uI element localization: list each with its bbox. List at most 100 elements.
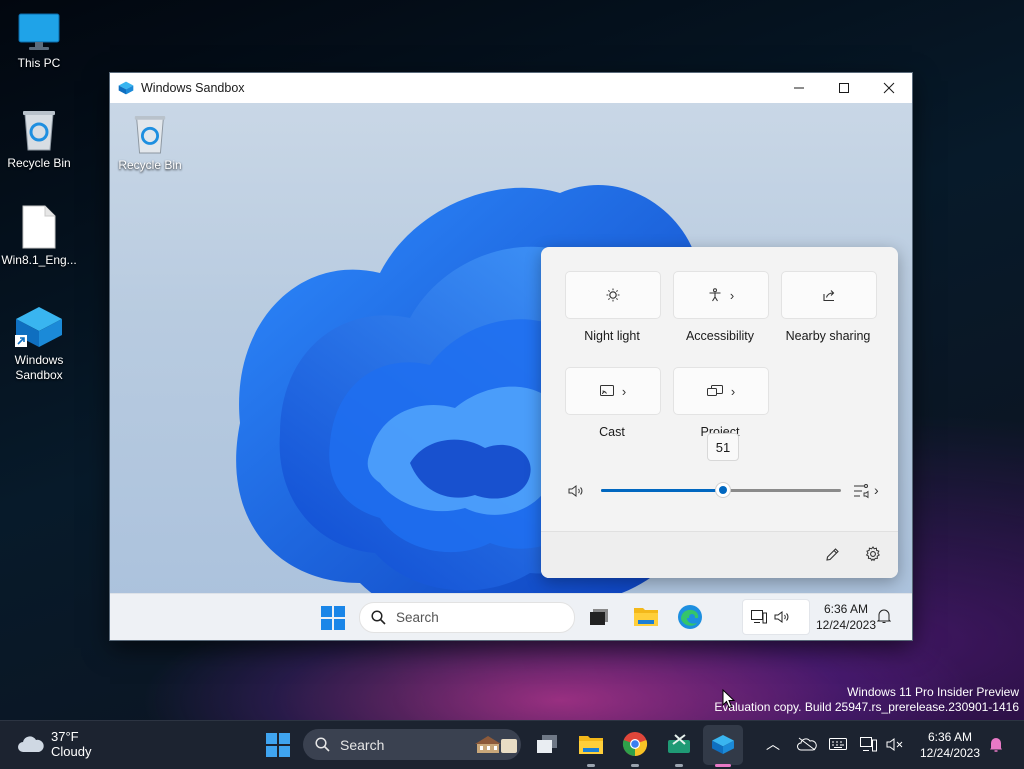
cast-icon (599, 385, 614, 396)
desktop-icon-label: Win8.1_Eng... (1, 253, 77, 267)
volume-icon (774, 611, 789, 623)
weather-condition: Cloudy (51, 744, 92, 759)
keyboard-icon[interactable] (829, 738, 847, 750)
search-placeholder: Search (396, 610, 439, 625)
file-explorer-icon[interactable] (578, 733, 604, 755)
minimize-icon (794, 87, 804, 89)
file-icon (22, 205, 56, 249)
volume-slider-fill (601, 489, 724, 492)
task-view-icon[interactable] (536, 734, 558, 754)
search-icon (315, 737, 330, 752)
accessibility-toggle[interactable]: › (673, 271, 769, 319)
night-light-icon (606, 288, 620, 302)
guest-clock[interactable]: 6:36 AM 12/24/2023 (813, 601, 879, 633)
cast-toggle[interactable]: › (565, 367, 661, 415)
evaluation-watermark: Windows 11 Pro Insider Preview Evaluatio… (714, 685, 1019, 715)
start-icon[interactable] (266, 733, 290, 757)
notification-bell-icon[interactable] (989, 736, 1003, 753)
minimize-button[interactable] (776, 73, 822, 103)
snipping-tool-icon[interactable] (667, 732, 691, 754)
desktop-icon-recycle-bin[interactable]: Recycle Bin (1, 108, 77, 171)
close-icon (883, 82, 895, 94)
notification-bell-icon[interactable] (877, 608, 891, 624)
share-icon (823, 290, 835, 302)
host-time: 6:36 AM (927, 730, 973, 744)
speaker-icon[interactable] (568, 484, 584, 498)
edge-icon[interactable] (677, 604, 703, 630)
file-explorer-icon[interactable] (633, 605, 659, 627)
chevron-up-icon[interactable]: ︿ (766, 734, 780, 754)
desktop-icon-this-pc[interactable]: This PC (1, 12, 77, 71)
volume-slider[interactable] (601, 483, 841, 497)
chevron-right-icon: › (729, 287, 735, 303)
weather-widget[interactable]: 37°F Cloudy (14, 727, 124, 763)
active-indicator (715, 764, 731, 767)
chevron-right-icon[interactable]: › (874, 482, 879, 498)
network-icon[interactable] (860, 737, 877, 752)
audio-output-icon[interactable] (853, 483, 871, 499)
cast-label: Cast (599, 425, 625, 439)
windows-sandbox-taskbar-button[interactable] (703, 725, 743, 765)
running-indicator (587, 764, 595, 767)
maximize-icon (839, 83, 849, 93)
close-button[interactable] (866, 73, 912, 103)
volume-muted-icon[interactable] (886, 737, 904, 752)
accessibility-icon (709, 288, 721, 302)
quick-settings-panel: Night light › Accessibility Nearby shari… (541, 247, 898, 578)
onedrive-offline-icon[interactable] (797, 737, 817, 751)
windows-sandbox-icon (15, 307, 62, 347)
windows-sandbox-icon (118, 81, 134, 95)
nearby-sharing-label: Nearby sharing (785, 329, 871, 343)
watermark-line-2: Evaluation copy. Build 25947.rs_prerelea… (714, 700, 1019, 714)
guest-date: 12/24/2023 (815, 618, 877, 632)
desktop-icon-label: Windows Sandbox (14, 353, 64, 382)
recycle-bin-icon (134, 115, 166, 154)
guest-desktop-icon-recycle-bin[interactable]: Recycle Bin (118, 113, 182, 172)
desktop-icon-label: Recycle Bin (7, 156, 71, 170)
guest-tray-button[interactable] (742, 599, 810, 635)
running-indicator (631, 764, 639, 767)
window-title: Windows Sandbox (141, 81, 245, 95)
mouse-cursor-icon (722, 689, 736, 709)
cloud-icon (18, 736, 44, 752)
task-view-icon[interactable] (589, 608, 609, 626)
chevron-right-icon: › (621, 383, 627, 399)
desktop-icon-iso-file[interactable]: Win8.1_Eng... (1, 205, 77, 268)
search-highlight-icon (475, 736, 517, 753)
running-indicator (675, 764, 683, 767)
host-clock[interactable]: 6:36 AM 12/24/2023 (914, 729, 986, 761)
night-light-toggle[interactable] (565, 271, 661, 319)
nearby-sharing-toggle[interactable] (781, 271, 877, 319)
maximize-button[interactable] (821, 73, 867, 103)
guest-search-box[interactable]: Search (359, 602, 575, 633)
project-toggle[interactable]: › (673, 367, 769, 415)
guest-taskbar: Search 6:36 AM 12/24/2023 (110, 593, 912, 640)
volume-slider-thumb[interactable] (716, 483, 731, 497)
night-light-label: Night light (584, 329, 640, 343)
guest-desktop: Recycle Bin Night light › Accessibility (110, 103, 912, 640)
desktop-icon-label: This PC (17, 56, 61, 70)
search-placeholder: Search (340, 736, 385, 753)
start-icon[interactable] (321, 606, 345, 630)
chrome-icon[interactable] (622, 731, 648, 757)
desktop-icon-windows-sandbox[interactable]: Windows Sandbox (1, 305, 77, 383)
guest-time: 6:36 AM (823, 602, 869, 616)
search-icon (371, 610, 386, 625)
settings-icon[interactable] (865, 546, 881, 562)
host-taskbar: 37°F Cloudy Search ︿ 6:36 AM 12/24/2023 (0, 720, 1024, 769)
chevron-right-icon: › (730, 383, 736, 399)
sandbox-window: Windows Sandbox Recycle Bin Night light … (110, 73, 912, 640)
accessibility-label: Accessibility (685, 329, 755, 343)
volume-tooltip: 51 (707, 433, 739, 461)
quick-settings-footer (541, 531, 898, 578)
host-search-box[interactable]: Search (303, 729, 521, 760)
host-date: 12/24/2023 (919, 746, 981, 760)
watermark-line-1: Windows 11 Pro Insider Preview (847, 685, 1019, 699)
monitor-icon (18, 13, 60, 50)
project-icon (706, 385, 723, 396)
weather-temperature: 37°F (51, 729, 79, 744)
network-icon (751, 610, 767, 624)
window-titlebar[interactable]: Windows Sandbox (110, 73, 912, 103)
edit-icon[interactable] (825, 547, 840, 562)
guest-desktop-icon-label: Recycle Bin (118, 158, 182, 172)
